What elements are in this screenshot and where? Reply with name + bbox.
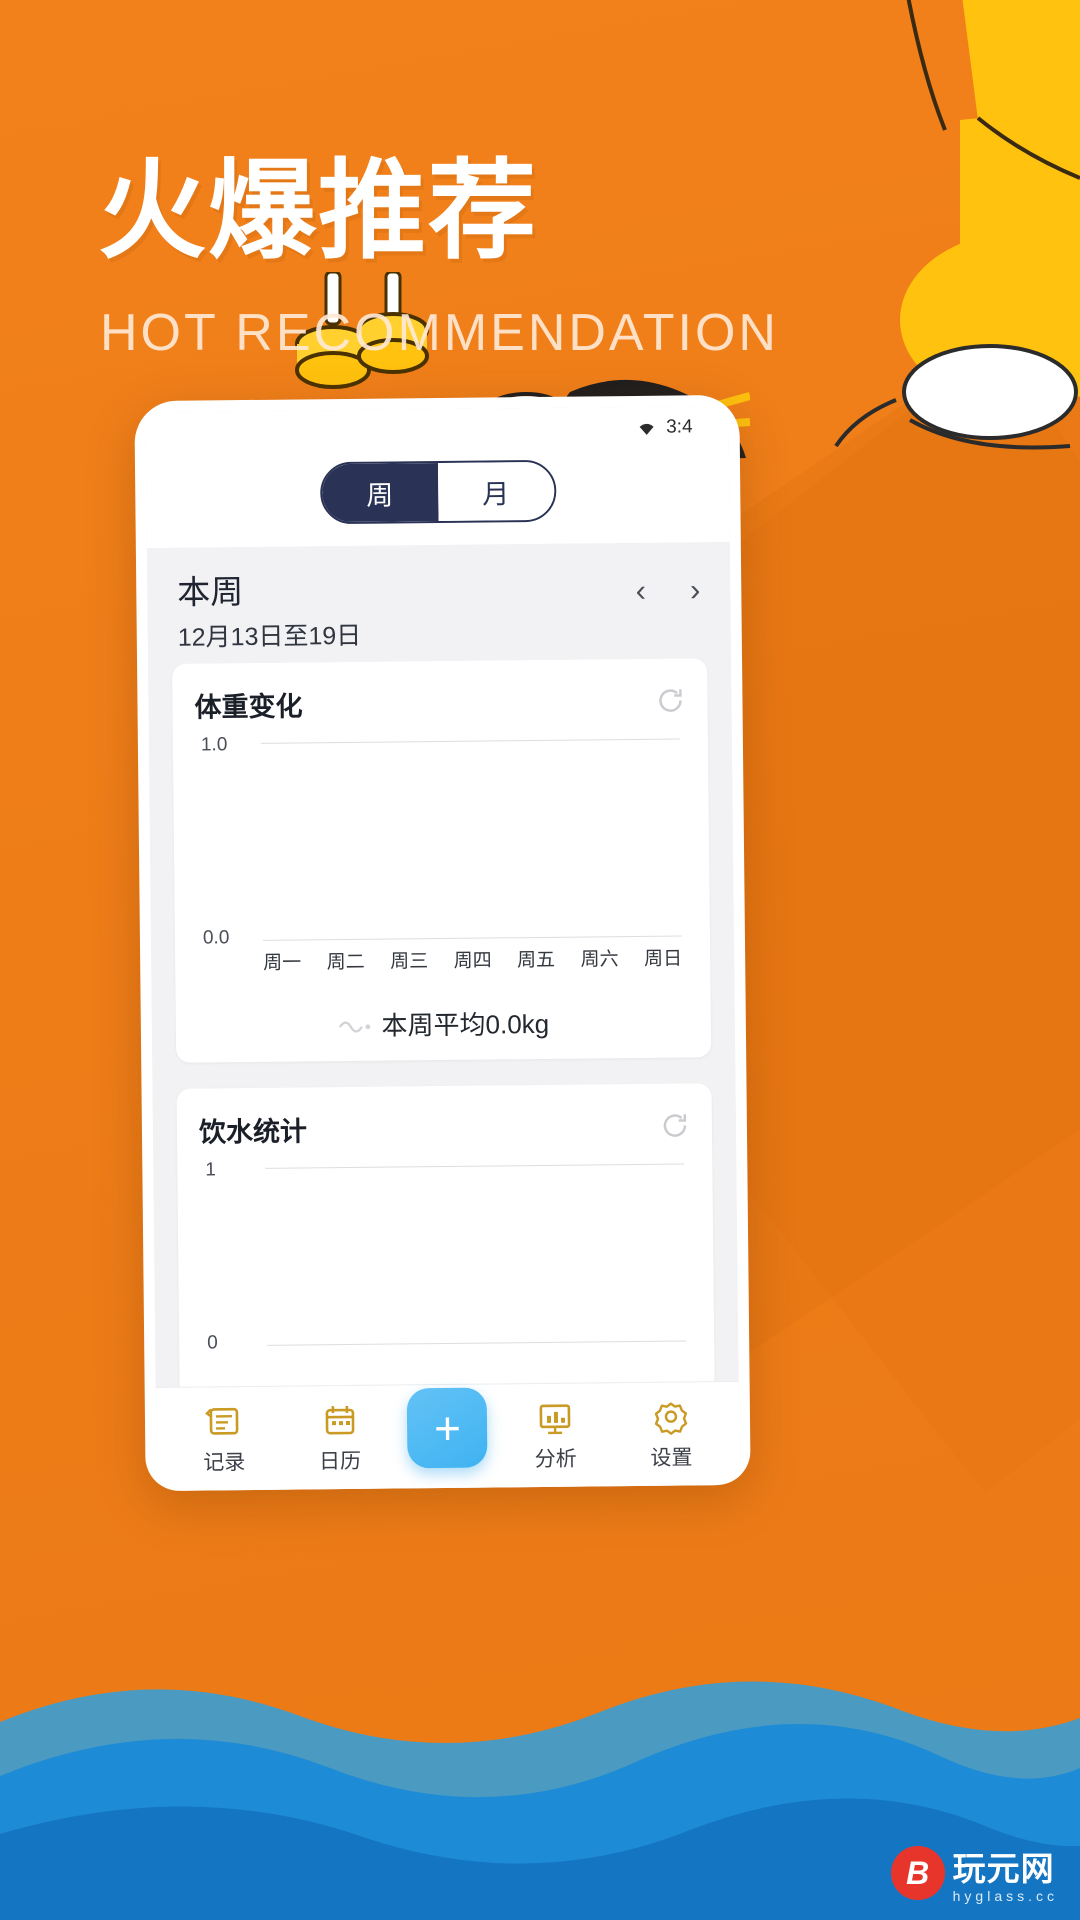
phone-mockup: 3:4 周 月 本周 12月13日至19日 ‹ › 体重变化 1.0 0.0 周… [134,394,751,1492]
water-gridline-bottom [267,1340,687,1347]
wave-icon [338,1021,370,1033]
tab-month[interactable]: 月 [437,461,555,522]
status-bar-time: 3:4 [666,416,693,438]
watermark-text: 玩元网 hyglass.cc [953,1842,1058,1904]
tab-records-label: 记录 [203,1450,246,1475]
note-icon [204,1407,239,1435]
week-header: 本周 12月13日至19日 ‹ › [146,541,732,665]
weight-chart: 1.0 0.0 周一 周二 周三 周四 周五 周六 周日 [195,734,688,974]
weight-card-title: 体重变化 [194,691,303,723]
status-bar: 3:4 [145,405,729,455]
weight-average-row: 本周平均0.0kg [198,1003,689,1045]
tab-week[interactable]: 周 [321,463,439,523]
weight-y-min-label: 0.0 [202,927,230,949]
weight-chart-card: 体重变化 1.0 0.0 周一 周二 周三 周四 周五 周六 周日 本周平均0.… [172,658,712,1064]
x-label-wed: 周三 [390,951,429,973]
x-label-mon: 周一 [263,952,302,975]
weight-x-axis: 周一 周二 周三 周四 周五 周六 周日 [263,944,682,975]
x-label-fri: 周五 [517,950,556,972]
refresh-icon[interactable] [655,685,685,715]
plus-icon: + [433,1401,462,1454]
wifi-icon [639,423,654,435]
weight-gridline-bottom [262,935,682,942]
tab-records[interactable]: 记录 [176,1401,273,1476]
tab-analysis-label: 分析 [534,1447,577,1471]
poster-headline: 火爆推荐 [98,149,539,274]
watermark-name: 玩元网 [952,1850,1055,1887]
water-chart: 1 0 [199,1159,692,1379]
calendar-icon [325,1405,355,1435]
tab-calendar-label: 日历 [318,1449,362,1473]
weight-card-header: 体重变化 [194,681,685,725]
phone-screen: 3:4 周 月 本周 12月13日至19日 ‹ › 体重变化 1.0 0.0 周… [145,405,740,1492]
tab-settings-label: 设置 [650,1445,693,1470]
water-y-min-label: 0 [207,1332,218,1354]
x-label-tue: 周二 [326,952,365,974]
water-card-header: 饮水统计 [199,1106,690,1150]
x-label-sat: 周六 [580,949,619,971]
refresh-icon[interactable] [660,1110,690,1140]
water-y-max-label: 1 [205,1159,217,1181]
watermark: B 玩元网 hyglass.cc [890,1842,1058,1904]
tab-calendar[interactable]: 日历 [291,1400,388,1475]
chart-board-icon [539,1403,571,1434]
water-card-title: 饮水统计 [198,1116,308,1148]
prev-week-button[interactable]: ‹ [635,573,646,608]
poster-subtitle: HOT RECOMMENDATION [100,304,779,362]
watermark-domain: hyglass.cc [952,1888,1058,1904]
segmented-control[interactable]: 周 月 [319,459,557,525]
tab-settings[interactable]: 设置 [623,1397,720,1472]
week-title: 本周 [177,573,244,611]
next-week-button[interactable]: › [690,572,701,607]
tab-analysis[interactable]: 分析 [507,1398,604,1473]
watermark-badge: B [890,1846,945,1900]
weight-gridline-top [260,738,680,745]
week-date-range: 12月13日至19日 [177,622,362,652]
water-gridline-top [265,1163,685,1170]
water-chart-card: 饮水统计 1 0 [176,1083,715,1388]
week-nav-group: ‹ › [635,566,701,608]
weight-y-max-label: 1.0 [200,734,228,756]
stats-scroll-area[interactable]: 体重变化 1.0 0.0 周一 周二 周三 周四 周五 周六 周日 本周平均0.… [148,658,739,1388]
x-label-thu: 周四 [453,950,492,973]
bottom-tab-bar: 记录 日历 + 分析 设置 [155,1380,740,1492]
add-record-button[interactable]: + [407,1387,488,1468]
weight-average-text: 本周平均0.0kg [381,1009,550,1041]
period-switcher: 周 月 [145,447,730,549]
x-label-sun: 周日 [643,948,683,971]
gear-icon [654,1401,688,1435]
